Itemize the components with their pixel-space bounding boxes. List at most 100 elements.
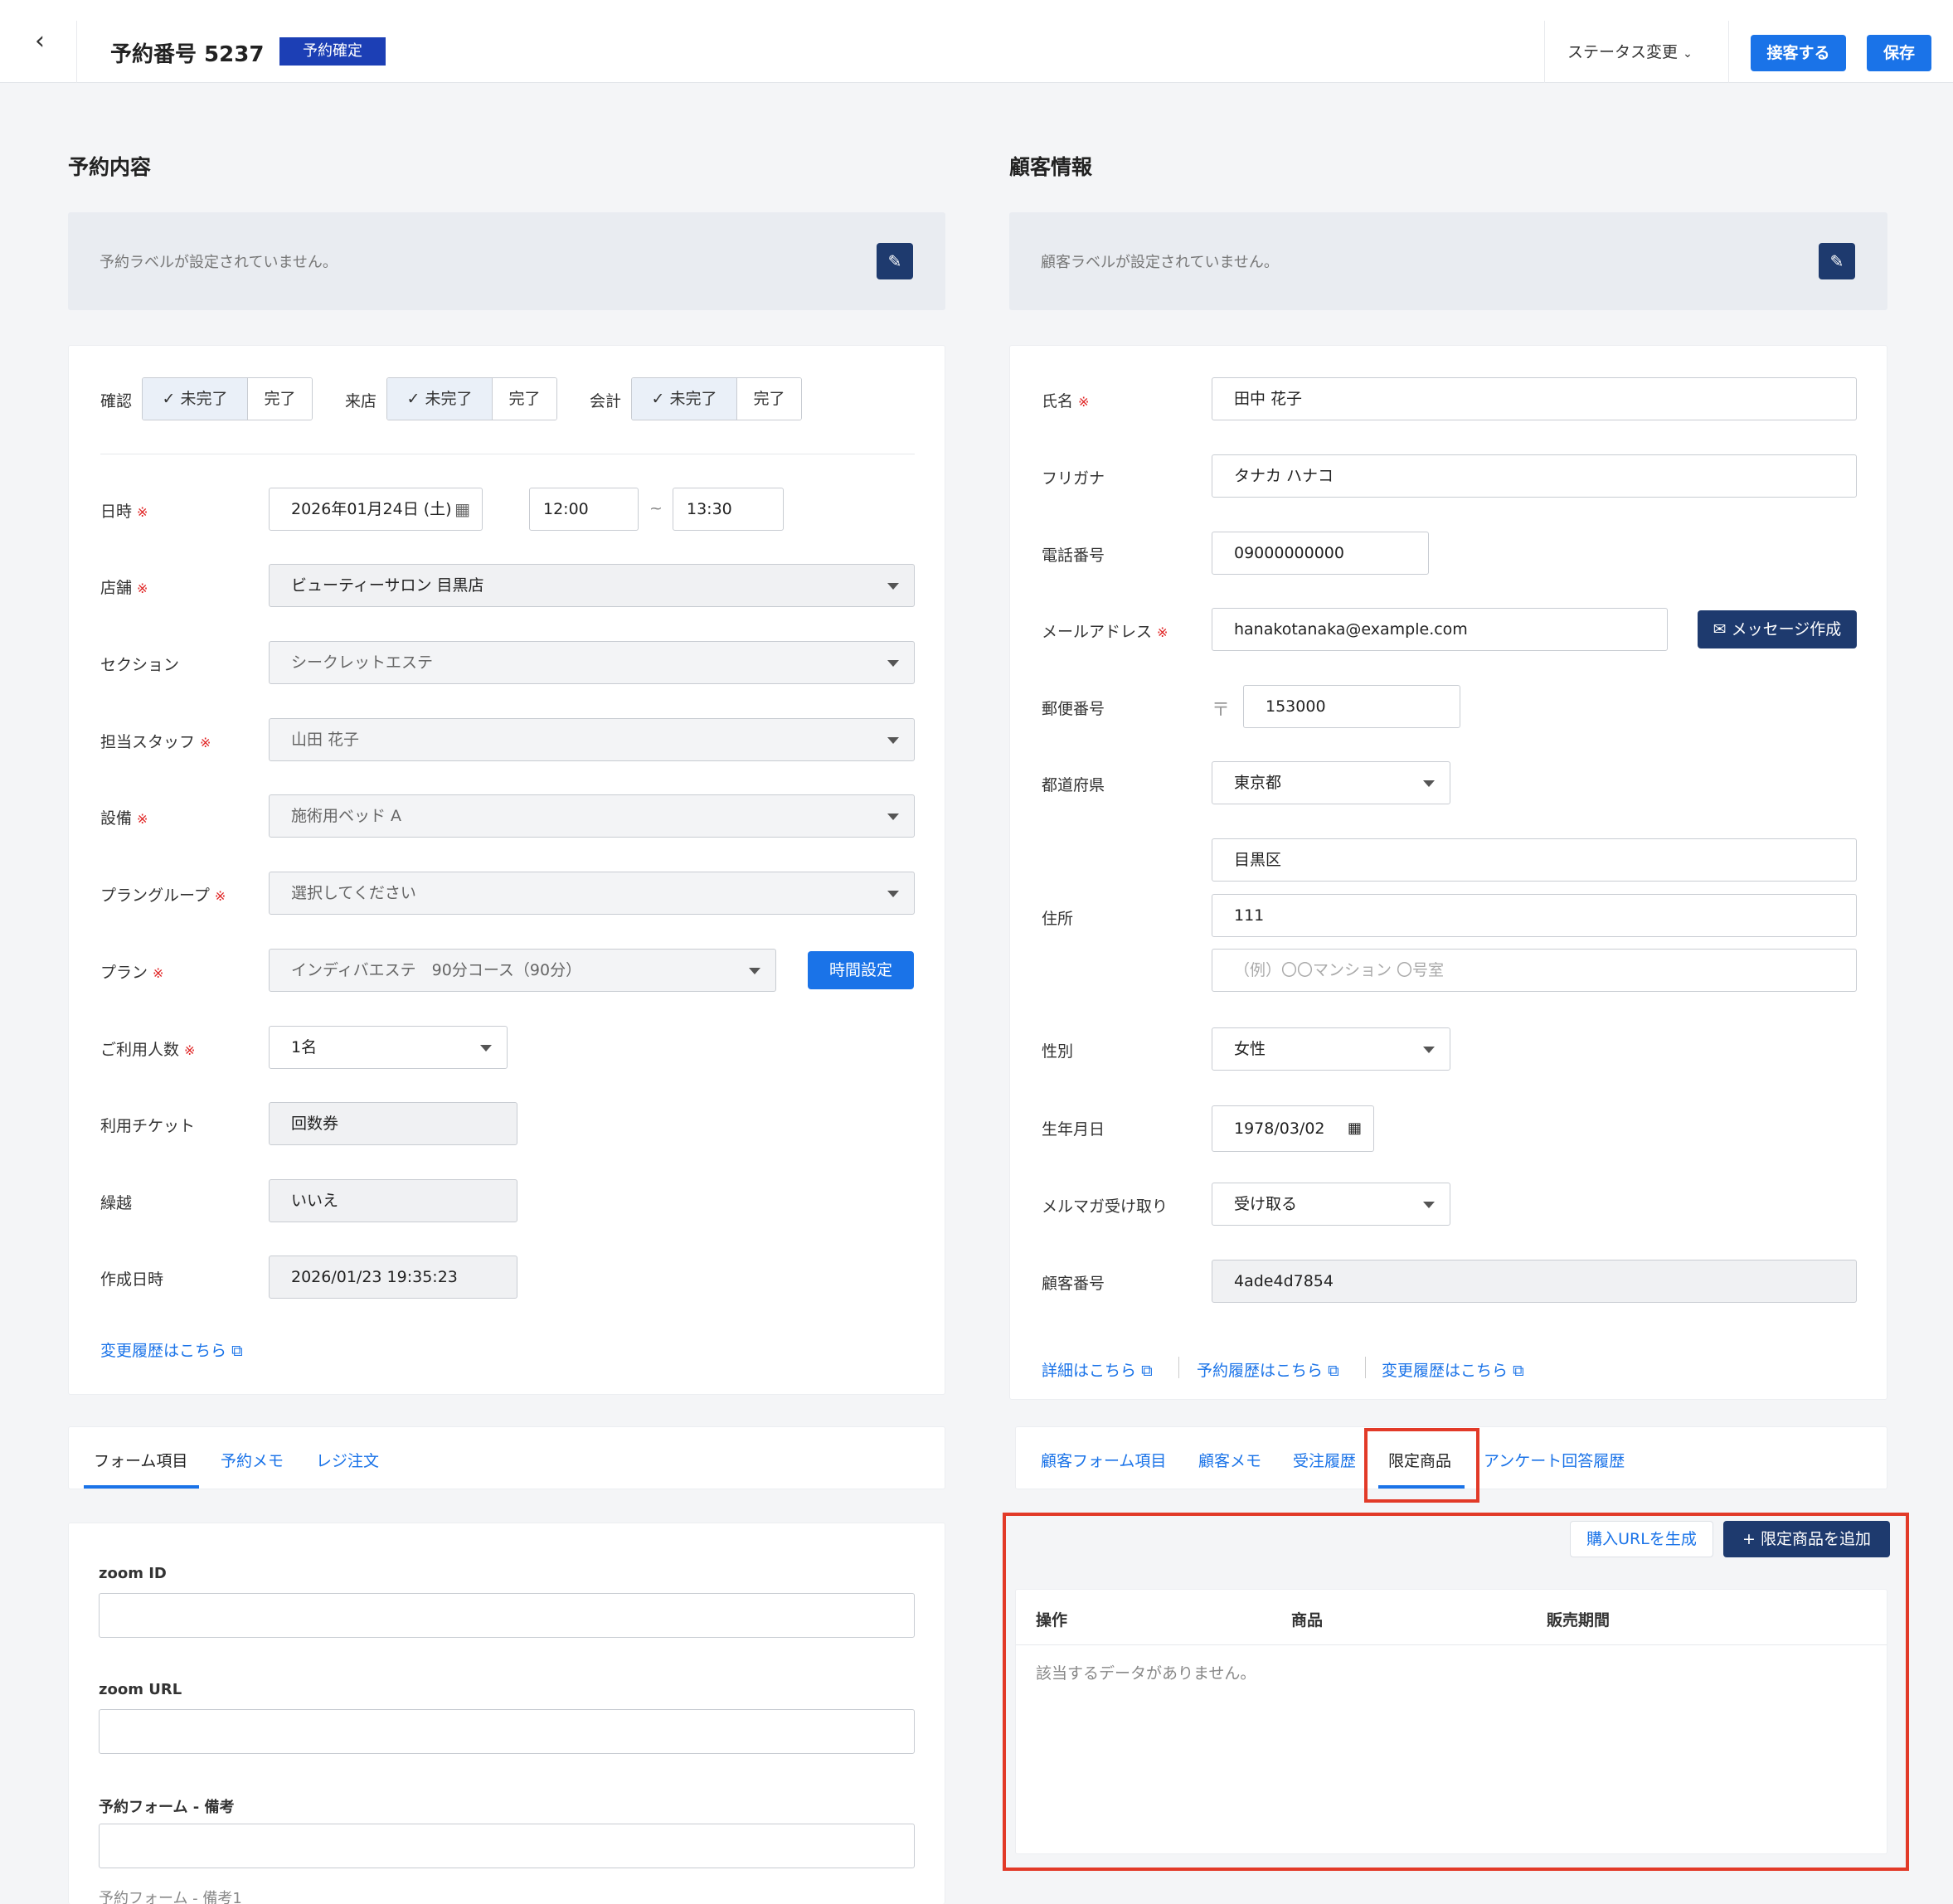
pencil-icon[interactable]: ✎	[1819, 243, 1855, 279]
caret-down-icon	[887, 814, 899, 820]
start-time-input[interactable]: 12:00	[529, 488, 639, 531]
toggle-on-label: 未完了	[425, 390, 473, 408]
tab-reservation-memo[interactable]: 予約メモ	[221, 1449, 284, 1471]
store-select[interactable]: ビューティーサロン 目黒店	[269, 564, 915, 607]
equipment-select[interactable]: 施術用ベッド A	[269, 794, 915, 838]
customer-label-box: 顧客ラベルが設定されていません。 ✎	[1009, 212, 1887, 310]
zoom-url-label: zoom URL	[99, 1681, 182, 1698]
birth-label: 生年月日	[1042, 1120, 1105, 1139]
check-icon: ✓	[406, 390, 420, 408]
email-label: メールアドレス ※	[1042, 623, 1168, 641]
address2-input[interactable]: 111	[1212, 894, 1857, 937]
end-time-input[interactable]: 13:30	[673, 488, 784, 531]
reservation-label-box: 予約ラベルが設定されていません。 ✎	[68, 212, 945, 310]
link-label: 詳細はこちら	[1042, 1362, 1137, 1380]
page-title: 予約番号 5237	[110, 42, 265, 67]
visit-incomplete[interactable]: ✓ 未完了	[387, 378, 493, 420]
customer-label-placeholder: 顧客ラベルが設定されていません。	[1041, 254, 1279, 271]
kana-input[interactable]: タナカ ハナコ	[1212, 454, 1857, 498]
confirm-toggle[interactable]: ✓ 未完了 完了	[142, 377, 313, 420]
reservation-history-link[interactable]: 予約履歴はこちら ⧉	[1197, 1358, 1339, 1381]
highlight-area-box	[1003, 1513, 1909, 1871]
serve-button[interactable]: 接客する	[1751, 35, 1846, 71]
plan-group-label: プラングループ ※	[100, 886, 226, 905]
phone-input[interactable]: 09000000000	[1212, 532, 1429, 575]
highlight-tab-box	[1364, 1428, 1479, 1503]
save-button[interactable]: 保存	[1867, 35, 1931, 71]
confirm-complete[interactable]: 完了	[248, 378, 312, 420]
status-change-dropdown[interactable]: ステータス変更 ⌄	[1567, 40, 1693, 62]
staff-value: 山田 花子	[291, 731, 360, 749]
tab-survey-history[interactable]: アンケート回答履歴	[1484, 1449, 1625, 1471]
memo-input[interactable]	[99, 1824, 915, 1868]
time-setting-button[interactable]: 時間設定	[808, 951, 914, 989]
divider	[1544, 21, 1545, 83]
plan-value: インディバエステ 90分コース（90分）	[291, 961, 582, 979]
visit-label: 来店	[345, 392, 377, 410]
change-history-link[interactable]: 変更履歴はこちら ⧉	[100, 1338, 243, 1361]
section-select[interactable]: シークレットエステ	[269, 641, 915, 684]
calendar-icon[interactable]: ▦	[1348, 1106, 1362, 1151]
payment-complete[interactable]: 完了	[737, 378, 801, 420]
visit-complete[interactable]: 完了	[493, 378, 556, 420]
payment-incomplete[interactable]: ✓ 未完了	[632, 378, 737, 420]
visit-toggle[interactable]: ✓ 未完了 完了	[386, 377, 557, 420]
caret-down-icon	[887, 660, 899, 667]
email-input[interactable]: hanakotanaka@example.com	[1212, 608, 1668, 651]
gender-value: 女性	[1234, 1040, 1266, 1058]
customer-card: 氏名 ※ 田中 花子 フリガナ タナカ ハナコ 電話番号 09000000000 …	[1009, 345, 1887, 1400]
chevron-left-icon[interactable]: ‹	[25, 27, 55, 56]
calendar-icon[interactable]: ▦	[454, 488, 470, 530]
birth-input[interactable]: 1978/03/02 ▦	[1212, 1105, 1374, 1152]
tab-form-items[interactable]: フォーム項目	[94, 1449, 187, 1471]
address1-input[interactable]: 目黒区	[1212, 838, 1857, 882]
tab-order-history[interactable]: 受注履歴	[1293, 1449, 1356, 1471]
plan-select[interactable]: インディバエステ 90分コース（90分）	[269, 949, 776, 992]
tab-register-order[interactable]: レジ注文	[316, 1449, 379, 1471]
staff-label: 担当スタッフ ※	[100, 733, 211, 751]
check-icon: ✓	[162, 390, 176, 408]
reservation-label-placeholder: 予約ラベルが設定されていません。	[100, 254, 338, 271]
newsletter-label: メルマガ受け取り	[1042, 1197, 1168, 1216]
top-bar: ‹ 予約番号 5237 予約確定 ステータス変更 ⌄ 接客する 保存	[0, 0, 1953, 83]
caret-down-icon	[1423, 1202, 1435, 1208]
reservation-tabs: フォーム項目 予約メモ レジ注文	[68, 1426, 945, 1489]
ticket-field: 回数券	[269, 1102, 517, 1145]
people-select[interactable]: 1名	[269, 1026, 508, 1069]
plan-label: プラン ※	[100, 964, 164, 982]
divider	[1365, 1357, 1366, 1378]
section-label: セクション	[100, 656, 180, 674]
people-label: ご利用人数 ※	[100, 1041, 196, 1059]
staff-select[interactable]: 山田 花子	[269, 718, 915, 761]
payment-toggle[interactable]: ✓ 未完了 完了	[631, 377, 802, 420]
confirm-incomplete[interactable]: ✓ 未完了	[143, 378, 248, 420]
message-create-button[interactable]: ✉ メッセージ作成	[1698, 610, 1857, 648]
reservation-card: 確認 ✓ 未完了 完了 来店 ✓ 未完了 完了 会計 ✓ 未完了 完了 日時 ※ …	[68, 345, 945, 1395]
tab-customer-form-items[interactable]: 顧客フォーム項目	[1041, 1449, 1166, 1471]
pencil-icon[interactable]: ✎	[877, 243, 913, 279]
pref-select[interactable]: 東京都	[1212, 761, 1450, 804]
people-value: 1名	[291, 1038, 318, 1056]
zoom-id-input[interactable]	[99, 1593, 915, 1638]
change-history-link[interactable]: 変更履歴はこちら ⧉	[1382, 1358, 1524, 1381]
pref-value: 東京都	[1234, 774, 1282, 792]
zoom-url-input[interactable]	[99, 1709, 915, 1754]
newsletter-select[interactable]: 受け取る	[1212, 1183, 1450, 1226]
gender-select[interactable]: 女性	[1212, 1027, 1450, 1071]
customer-no-label: 顧客番号	[1042, 1275, 1105, 1293]
form-items-card: zoom ID zoom URL 予約フォーム - 備考 予約フォーム - 備考…	[68, 1523, 945, 1904]
name-label: 氏名 ※	[1042, 392, 1090, 410]
phone-label: 電話番号	[1042, 546, 1105, 565]
name-input[interactable]: 田中 花子	[1212, 377, 1857, 420]
customer-no-field: 4ade4d7854	[1212, 1260, 1857, 1303]
external-link-icon: ⧉	[231, 1342, 243, 1360]
plan-group-select[interactable]: 選択してください	[269, 872, 915, 915]
payment-label: 会計	[590, 392, 622, 410]
tab-customer-memo[interactable]: 顧客メモ	[1198, 1449, 1261, 1471]
detail-link[interactable]: 詳細はこちら ⧉	[1042, 1358, 1153, 1381]
date-input[interactable]: 2026年01月24日 (土) ▦	[269, 488, 483, 531]
address3-input[interactable]: （例）〇〇マンション 〇号室	[1212, 949, 1857, 992]
zoom-id-label: zoom ID	[99, 1565, 167, 1582]
zip-input[interactable]: 153000	[1243, 685, 1460, 728]
kana-label: フリガナ	[1042, 469, 1105, 488]
